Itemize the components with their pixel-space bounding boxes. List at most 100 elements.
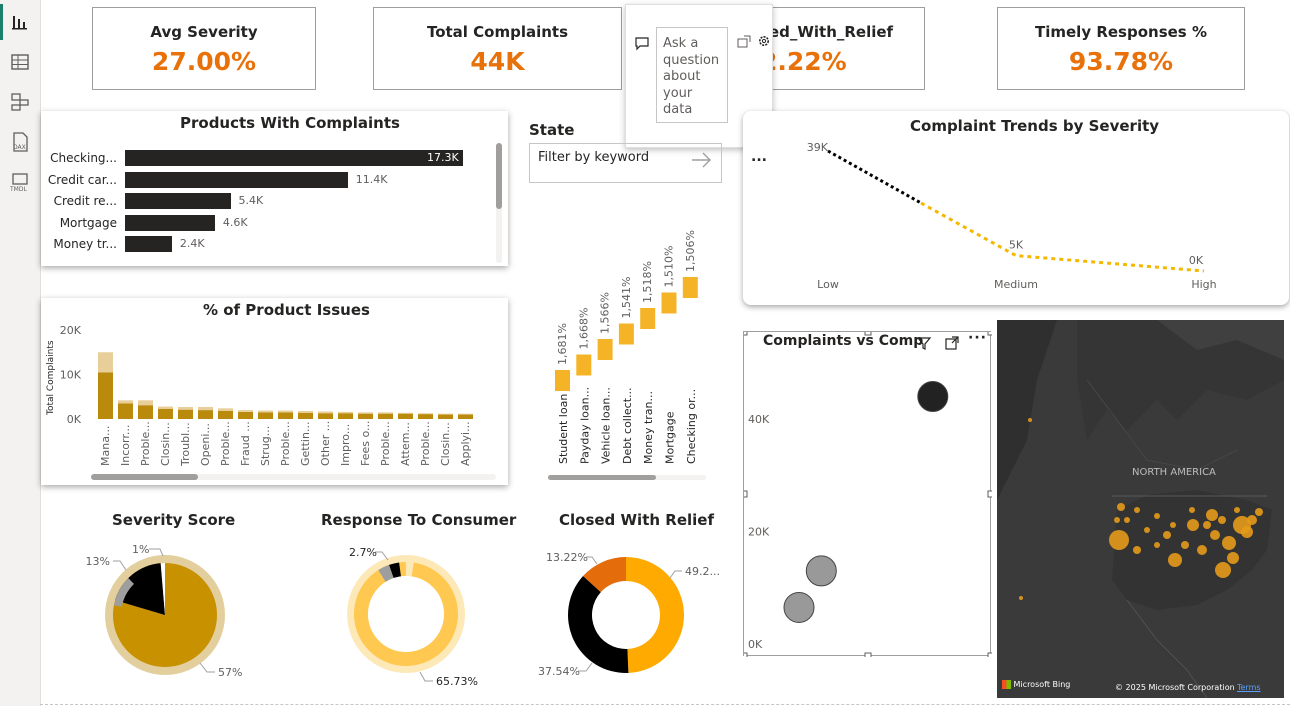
map-bubble: [1117, 503, 1125, 511]
complaint-trends-visual[interactable]: Complaint Trends by Severity ... Low 39K M…: [743, 111, 1289, 305]
severity-score-pie: 13% 1% 57%: [86, 543, 243, 679]
bar-segment: [318, 413, 333, 419]
map-bubble: [1197, 545, 1207, 555]
y-axis-title: Total Complaints: [46, 340, 56, 416]
leader-line: [149, 548, 164, 557]
map-canvas[interactable]: [997, 320, 1284, 698]
trend-segment: [827, 149, 922, 205]
state-filter-input[interactable]: Filter by keyword: [529, 143, 722, 183]
bar-segment: [198, 410, 213, 419]
report-view-icon[interactable]: [0, 4, 32, 40]
x-tick-label: Troubl...: [179, 422, 192, 467]
bar-category-label: Money tr...: [53, 237, 117, 251]
scatter-point: [783, 591, 815, 623]
table-view-icon[interactable]: [8, 50, 32, 74]
bar-data-label: 4.6K: [222, 215, 248, 229]
map-bubble: [1215, 562, 1231, 578]
x-tick-label: Money tran...: [642, 391, 655, 464]
bar[interactable]: [125, 171, 348, 188]
x-tick-label: Applyi...: [459, 421, 472, 466]
kpi-value: 2.22%: [760, 47, 847, 76]
products-with-complaints-visual[interactable]: Products With Complaints Checking... 17.3…: [41, 111, 508, 266]
qa-input[interactable]: Ask a question about your data: [656, 27, 728, 123]
scatter-chart: 40K 20K 0K: [744, 332, 992, 657]
map-bubble: [1206, 509, 1218, 521]
data-label: 0K: [1189, 254, 1204, 267]
comment-icon[interactable]: [634, 35, 650, 55]
page-boundary: [40, 704, 1290, 705]
product-issues-visual[interactable]: % of Product Issues 20K 10K 0K Total Compla…: [41, 298, 508, 485]
kpi-total-complaints[interactable]: Total Complaints 44K: [373, 7, 622, 90]
map-bubble: [1168, 553, 1182, 567]
bar-segment: [138, 405, 153, 419]
scrollbar[interactable]: [548, 475, 706, 480]
map-bubble: [1028, 418, 1032, 422]
scatter-visual[interactable]: Complaints vs Comp ··· 40K 20K 0K: [743, 330, 992, 657]
map-brand: Microsoft Bing: [1013, 680, 1071, 689]
data-label: 37.54%: [538, 665, 580, 678]
map-bubble: [1241, 526, 1253, 538]
kpi-avg-severity[interactable]: Avg Severity 27.00%: [92, 7, 316, 90]
bar-segment: [338, 411, 353, 414]
bar-segment: [218, 410, 233, 419]
bar-segment: [158, 406, 173, 409]
bar[interactable]: [125, 214, 215, 231]
donut-slice: [626, 557, 685, 673]
x-tick-label: Payday loan...: [578, 387, 591, 464]
bar[interactable]: [125, 150, 463, 166]
bar-segment: [298, 410, 313, 413]
leader-line: [669, 570, 682, 579]
bar[interactable]: [125, 236, 172, 252]
scatter-point: [805, 555, 837, 587]
kpi-timely-responses[interactable]: Timely Responses % 93.78%: [997, 7, 1245, 90]
gear-icon[interactable]: [756, 33, 772, 53]
map-bubble: [1154, 513, 1160, 519]
leader-line: [199, 662, 215, 673]
bar-segment: [358, 412, 373, 414]
filter-placeholder: Filter by keyword: [538, 150, 650, 165]
waterfall-bar: [661, 292, 677, 314]
y-tick-label: 40K: [748, 413, 770, 426]
data-label: 1,681%: [556, 323, 569, 365]
kpi-title: Total Complaints: [426, 23, 569, 41]
svg-text:TMDL: TMDL: [9, 186, 27, 193]
kpi-title: Timely Responses %: [1035, 23, 1207, 41]
data-label: 2.7%: [349, 546, 377, 559]
resize-handle: [744, 652, 748, 657]
map-visual[interactable]: NORTH AMERICA Microsoft Bing © 2025 Micr…: [997, 320, 1284, 698]
kpi-value: 27.00%: [151, 47, 257, 76]
svg-text:DAX: DAX: [13, 144, 26, 151]
donut-slice: [568, 575, 629, 673]
model-view-icon[interactable]: [8, 90, 32, 114]
data-label: 1,541%: [620, 277, 633, 319]
waterfall-bar: [618, 323, 634, 345]
resize-handle: [864, 652, 872, 657]
bar[interactable]: [125, 193, 231, 209]
x-tick-label: Student loan: [557, 394, 570, 464]
waterfall-bar: [576, 354, 592, 376]
data-label: 49.2...: [685, 565, 720, 578]
bar-data-label: 2.4K: [179, 237, 205, 250]
map-bubble: [1189, 507, 1195, 513]
map-terms-link[interactable]: Terms: [1237, 683, 1261, 692]
bar-segment: [298, 412, 313, 419]
x-tick-label: Fraud ...: [239, 421, 252, 466]
scrollbar[interactable]: [496, 143, 502, 263]
x-tick-label: Impro...: [339, 424, 352, 466]
resize-handle: [864, 332, 872, 336]
kpi-title: Avg Severity: [150, 23, 258, 41]
map-bubble: [1154, 542, 1160, 548]
resize-handle: [744, 332, 748, 336]
map-bubble: [1203, 521, 1211, 529]
x-tick-label: Fees o...: [359, 420, 372, 466]
waterfall-bar: [555, 370, 570, 391]
bar-segment: [118, 400, 133, 404]
kpi-title: sed_With_Relief: [760, 23, 894, 41]
arrow-right-icon[interactable]: [690, 150, 714, 170]
x-tick-label: Debt collect...: [621, 387, 634, 464]
x-tick-label: Other ...: [319, 421, 332, 466]
bar-segment: [438, 414, 453, 419]
share-icon[interactable]: [736, 33, 752, 53]
scrollbar[interactable]: [91, 474, 496, 480]
closed-with-relief-title: Closed With Relief: [559, 511, 714, 529]
